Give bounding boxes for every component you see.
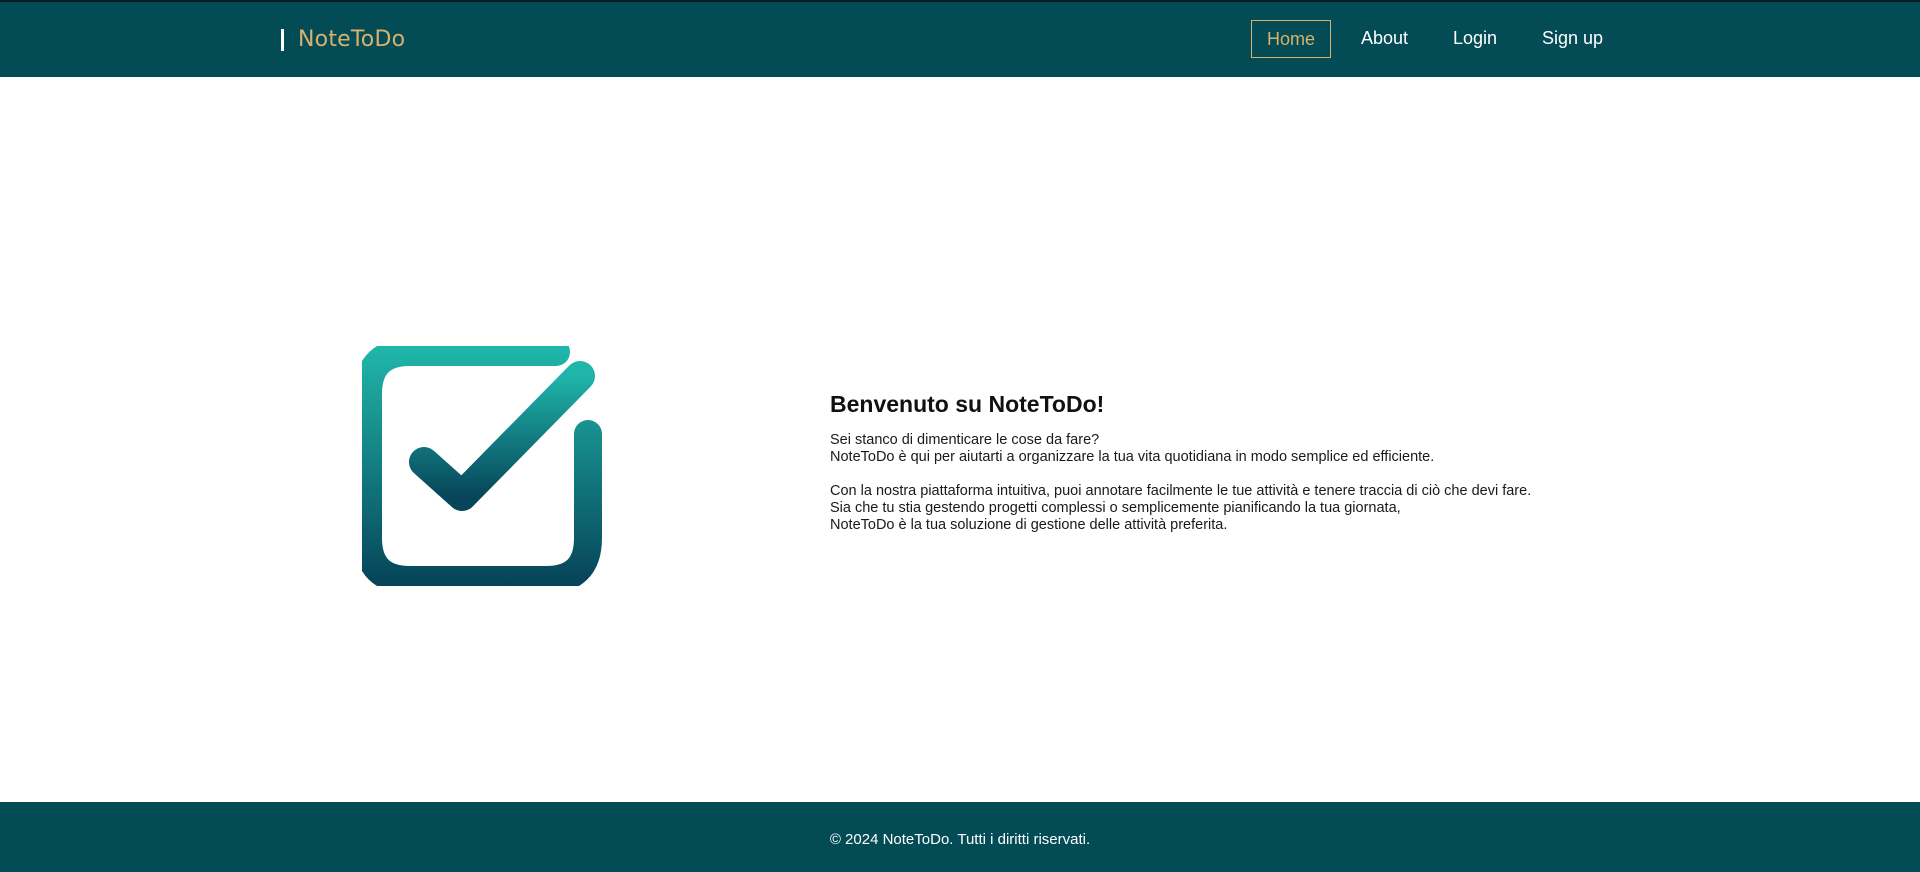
welcome-line-2: NoteToDo è qui per aiutarti a organizzar… <box>830 449 1435 465</box>
nav-link-about[interactable]: About <box>1361 20 1408 58</box>
nav-link-login[interactable]: Login <box>1453 20 1497 58</box>
page-footer: © 2024 NoteToDo. Tutti i diritti riserva… <box>0 802 1920 872</box>
top-navbar: NoteToDo Home About Login Sign up <box>0 0 1920 77</box>
welcome-line-1: Sei stanco di dimenticare le cose da far… <box>830 432 1100 448</box>
checkbox-check-icon <box>354 338 602 594</box>
welcome-line-3: Con la nostra piattaforma intuitiva, puo… <box>830 483 1532 499</box>
welcome-line-5: NoteToDo è la tua soluzione di gestione … <box>830 517 1228 533</box>
page: NoteToDo Home About Login Sign up Benven… <box>0 0 1920 872</box>
welcome-section: Benvenuto su NoteToDo! Sei stanco di dim… <box>830 390 1590 534</box>
copyright-text: © 2024 NoteToDo. Tutti i diritti riserva… <box>829 830 1091 848</box>
welcome-title: Benvenuto su NoteToDo! <box>830 391 1105 417</box>
welcome-line-4: Sia che tu stia gestendo progetti comple… <box>830 500 1401 516</box>
nav-link-home[interactable]: Home <box>1251 20 1331 58</box>
nav-link-signup[interactable]: Sign up <box>1542 20 1603 58</box>
main-nav: Home About Login Sign up <box>0 20 1920 58</box>
